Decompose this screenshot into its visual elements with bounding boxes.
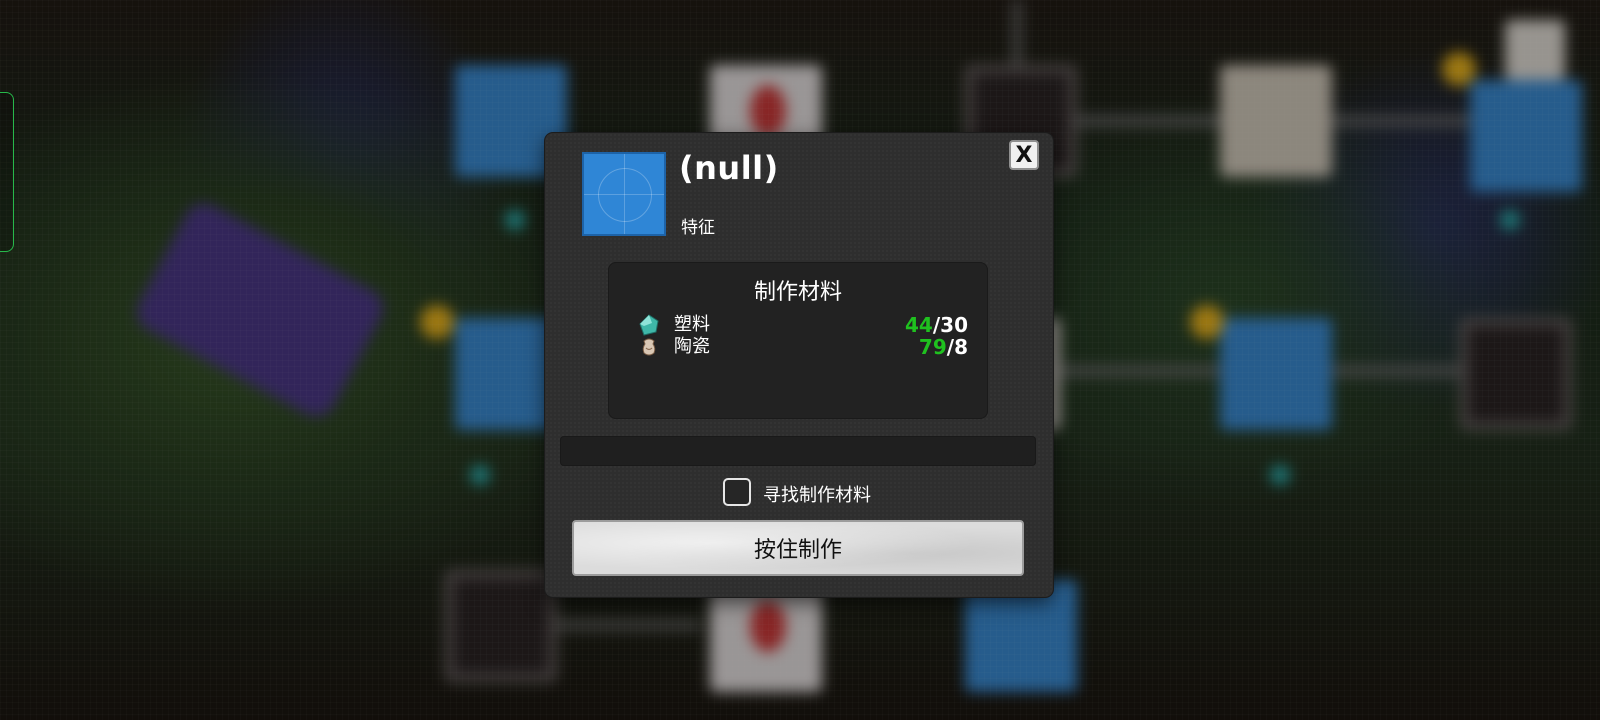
find-materials-label[interactable]: 寻找制作材料: [763, 481, 871, 507]
material-row: 塑料 44/30: [638, 314, 968, 336]
item-subtitle: 特征: [681, 218, 715, 238]
game-scene: (null) 特征 X 制作材料 塑料 44/30 陶瓷 79/8 寻找制作材料…: [0, 0, 1600, 720]
material-name: 塑料: [674, 314, 710, 335]
item-blueprint-icon: [582, 152, 666, 236]
close-button[interactable]: X: [1009, 140, 1039, 170]
material-row: 陶瓷 79/8: [638, 336, 968, 358]
craft-progress-bar: [560, 436, 1036, 466]
material-have: 79: [918, 335, 947, 359]
crafting-dialog: (null) 特征 X 制作材料 塑料 44/30 陶瓷 79/8 寻找制作材料…: [545, 133, 1053, 597]
plastic-icon: [639, 314, 659, 336]
material-count: 44/30: [905, 313, 968, 337]
materials-title: 制作材料: [753, 280, 842, 305]
find-materials-checkbox[interactable]: [723, 478, 751, 506]
close-icon: X: [1015, 142, 1033, 168]
left-edge-tab[interactable]: [0, 92, 14, 252]
material-need: 8: [954, 335, 968, 359]
hold-to-craft-button[interactable]: 按住制作: [572, 520, 1024, 576]
icon-line: [624, 154, 625, 234]
icon-ring: [598, 168, 652, 222]
material-name: 陶瓷: [674, 336, 710, 357]
material-have: 44: [905, 313, 933, 337]
ceramic-icon: [642, 338, 656, 356]
materials-panel: 制作材料 塑料 44/30 陶瓷 79/8: [608, 262, 988, 419]
item-title: (null): [679, 149, 779, 187]
hold-to-craft-label: 按住制作: [753, 538, 842, 563]
material-count: 79/8: [918, 335, 968, 359]
material-need: 30: [940, 313, 968, 337]
